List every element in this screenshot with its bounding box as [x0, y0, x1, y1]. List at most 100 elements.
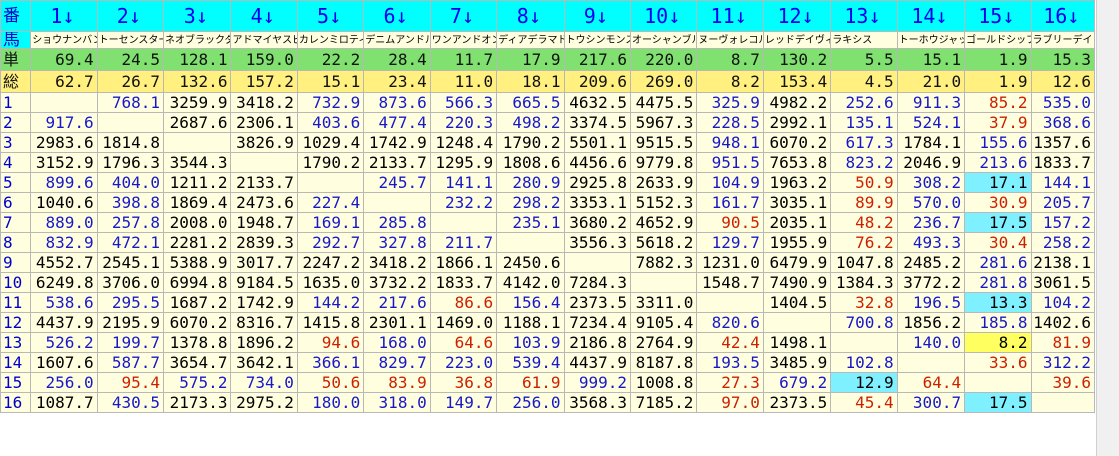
sougou-odds-cell: 132.6	[163, 70, 232, 93]
odds-cell: 258.2	[1030, 232, 1096, 253]
matrix-row: 7 889.0 257.8 2008.0 1948.7 169.1 285.8 235.1 36…	[0, 212, 1096, 233]
column-header[interactable]: 1↓	[30, 0, 98, 32]
odds-cell: 48.2	[830, 212, 898, 233]
column-header[interactable]: 11↓	[696, 0, 764, 32]
sougou-odds-cell: 269.0	[629, 70, 698, 93]
odds-cell: 1047.8	[830, 252, 898, 273]
odds-cell: 1029.4	[296, 132, 365, 153]
column-header[interactable]: 16↓	[1030, 0, 1096, 32]
odds-cell: 2195.9	[96, 312, 165, 333]
odds-cell: 1866.1	[429, 252, 498, 273]
odds-cell: 7234.4	[563, 312, 631, 333]
column-header[interactable]: 9↓	[563, 0, 631, 32]
odds-cell: 94.6	[296, 332, 365, 353]
odds-cell: 232.2	[429, 192, 498, 213]
odds-cell: 899.6	[30, 172, 98, 193]
column-header[interactable]: 15↓	[964, 0, 1032, 32]
odds-cell: 37.9	[964, 112, 1032, 133]
odds-cell: 50.9	[830, 172, 898, 193]
odds-cell: 404.0	[96, 172, 165, 193]
sougou-odds-cell: 21.0	[896, 70, 966, 93]
odds-cell: 8187.8	[629, 352, 698, 373]
odds-cell: 61.9	[496, 372, 565, 393]
horse-name: ヌーヴォレコルト	[696, 31, 764, 49]
odds-cell: 1896.2	[230, 332, 298, 353]
odds-cell: 9105.4	[629, 312, 698, 333]
column-header[interactable]: 10↓	[629, 0, 698, 32]
odds-cell: 1188.1	[496, 312, 565, 333]
matrix-row: 4 3152.9 1796.3 3544.3 1790.2 2133.7 1295.9 180…	[0, 152, 1096, 173]
column-header[interactable]: 4↓	[230, 0, 298, 32]
odds-cell: 2247.2	[296, 252, 365, 273]
odds-cell: 39.6	[1030, 372, 1096, 393]
odds-cell: 196.5	[896, 292, 966, 313]
tansho-odds-cell: 15.1	[896, 48, 966, 71]
odds-cell: 129.7	[696, 232, 764, 253]
odds-cell: 1790.2	[496, 132, 565, 153]
horse-name: ラブリーデイ	[1030, 31, 1096, 49]
tansho-label: 単	[0, 48, 32, 71]
odds-cell: 1856.2	[896, 312, 966, 333]
odds-cell: 27.3	[696, 372, 764, 393]
odds-cell	[563, 252, 631, 273]
horse-name: デニムアンドルビ	[363, 31, 431, 49]
odds-cell: 398.8	[96, 192, 165, 213]
vertical-scrollbar[interactable]	[1096, 0, 1119, 456]
row-number: 4	[0, 152, 32, 173]
odds-cell: 7284.3	[563, 272, 631, 293]
column-header[interactable]: 12↓	[762, 0, 832, 32]
odds-cell: 149.7	[429, 392, 498, 413]
odds-cell: 213.6	[964, 152, 1032, 173]
odds-cell: 1402.6	[1030, 312, 1096, 333]
odds-cell: 1808.6	[496, 152, 565, 173]
tansho-odds-cell: 17.9	[496, 48, 565, 71]
odds-cell	[629, 272, 698, 293]
odds-cell: 3418.2	[363, 252, 431, 273]
sougou-odds-cell: 209.6	[563, 70, 631, 93]
column-header[interactable]: 8↓	[496, 0, 565, 32]
horse-name: ネオブラックダイ	[163, 31, 232, 49]
odds-cell: 144.1	[1030, 172, 1096, 193]
column-header[interactable]: 3↓	[163, 0, 232, 32]
column-header[interactable]: 14↓	[896, 0, 966, 32]
column-header[interactable]: 7↓	[429, 0, 498, 32]
odds-cell: 2485.2	[896, 252, 966, 273]
corner-top: 番	[3, 6, 20, 26]
odds-cell: 292.7	[296, 232, 365, 253]
odds-cell: 280.9	[496, 172, 565, 193]
odds-cell: 3544.3	[163, 152, 232, 173]
column-header[interactable]: 6↓	[363, 0, 431, 32]
column-header[interactable]: 2↓	[96, 0, 165, 32]
odds-cell: 4475.5	[629, 92, 698, 113]
odds-cell: 220.3	[429, 112, 498, 133]
odds-cell: 6070.2	[163, 312, 232, 333]
odds-cell: 252.6	[830, 92, 898, 113]
odds-cell: 9184.5	[230, 272, 298, 293]
odds-cell: 587.7	[96, 352, 165, 373]
odds-cell	[96, 112, 165, 133]
odds-cell: 570.0	[896, 192, 966, 213]
odds-cell: 318.0	[363, 392, 431, 413]
odds-cell: 36.8	[429, 372, 498, 393]
odds-cell	[762, 312, 832, 333]
odds-cell: 5501.1	[563, 132, 631, 153]
odds-cell: 2373.5	[762, 392, 832, 413]
matrix-row: 8 832.9 472.1 2281.2 2839.3 292.7 327.8 211.7 35…	[0, 232, 1096, 253]
odds-cell: 1955.9	[762, 232, 832, 253]
odds-cell: 2281.2	[163, 232, 232, 253]
odds-cell: 829.7	[363, 352, 431, 373]
row-number: 11	[0, 292, 32, 313]
odds-cell: 524.1	[896, 112, 966, 133]
odds-cell: 1607.6	[30, 352, 98, 373]
odds-cell: 90.5	[696, 212, 764, 233]
odds-cell: 32.8	[830, 292, 898, 313]
tansho-odds-cell: 28.4	[363, 48, 431, 71]
column-header[interactable]: 5↓	[296, 0, 365, 32]
odds-cell: 3017.7	[230, 252, 298, 273]
odds-cell: 2138.1	[1030, 252, 1096, 273]
odds-cell: 8316.7	[230, 312, 298, 333]
odds-cell: 140.0	[896, 332, 966, 353]
odds-cell: 2839.3	[230, 232, 298, 253]
column-header[interactable]: 13↓	[830, 0, 898, 32]
odds-cell	[163, 132, 232, 153]
